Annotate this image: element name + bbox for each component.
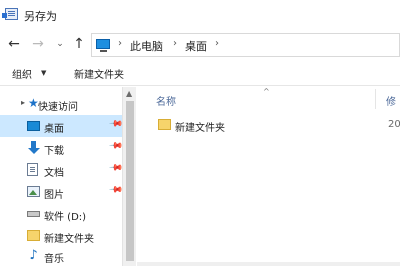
pin-icon[interactable]: 📌 [108,182,123,197]
breadcrumb-this-pc[interactable]: 此电脑 [130,38,163,54]
sidebar-item-downloads[interactable]: 下载 📌 [0,137,123,159]
sidebar-item-quick-access[interactable]: ▸ ★ 快速访问 [0,93,122,115]
navigation-bar: ← → ⌄ ↑ › 此电脑 › 桌面 › [0,30,400,60]
command-toolbar: 组织 ▼ 新建文件夹 [0,60,400,86]
column-header-modified[interactable]: 修 [386,93,396,108]
new-folder-button[interactable]: 新建文件夹 [74,66,124,81]
scrollbar-thumb[interactable] [126,101,134,261]
pin-icon[interactable]: 📌 [108,116,123,131]
sidebar-item-label: 音乐 [44,254,64,265]
organize-dropdown-icon[interactable]: ▼ [41,69,46,77]
column-divider[interactable] [375,89,376,109]
sidebar-item-label: 新建文件夹 [44,234,94,245]
back-arrow-icon[interactable]: ← [6,36,22,52]
folder-icon [27,230,40,241]
file-name: 新建文件夹 [175,123,225,134]
sidebar-item-new-folder[interactable]: 新建文件夹 [0,225,122,247]
pin-icon[interactable]: 📌 [108,138,123,153]
sidebar-item-label: 图片 [44,190,64,201]
sidebar-item-label: 桌面 [44,124,64,135]
address-bar[interactable]: › 此电脑 › 桌面 › [91,33,400,57]
sidebar-item-label: 快速访问 [38,102,78,113]
sidebar-item-label: 软件 (D:) [44,212,87,223]
breadcrumb-desktop[interactable]: 桌面 [185,38,207,54]
breadcrumb-separator[interactable]: › [215,38,219,49]
sidebar-item-label: 文档 [44,168,64,179]
sidebar-item-desktop[interactable]: 桌面 📌 [0,115,123,137]
sort-ascending-icon: ^ [263,87,270,96]
sidebar-item-label: 下载 [44,146,64,157]
column-header-name[interactable]: 名称 [156,93,176,108]
pin-icon[interactable]: 📌 [108,160,123,175]
organize-button[interactable]: 组织 [12,66,32,81]
sidebar-item-pictures[interactable]: 图片 📌 [0,181,123,203]
save-dialog-icon [2,8,18,20]
up-arrow-icon[interactable]: ↑ [71,36,87,52]
desktop-icon [27,121,40,131]
scroll-up-arrow-icon[interactable]: ▲ [126,89,132,98]
sidebar-item-documents[interactable]: 文档 📌 [0,159,123,181]
download-icon [27,141,40,154]
picture-icon [27,186,40,197]
this-pc-icon [96,39,110,52]
content-scrollbar[interactable] [137,262,400,266]
title-bar: 另存为 [0,0,400,30]
file-list: 名称 ^ 修 新建文件夹 20 [137,87,400,266]
document-icon [27,163,38,176]
sidebar-scrollbar[interactable]: ▲ [122,87,136,266]
expand-arrow-icon[interactable]: ▸ [21,98,25,107]
drive-icon [27,211,40,217]
navigation-pane: ▸ ★ 快速访问 桌面 📌 下载 📌 文档 📌 图片 📌 软件 (D:) 新建文… [0,87,123,266]
file-date: 20 [388,119,400,130]
breadcrumb-separator[interactable]: › [173,38,177,49]
sidebar-item-music[interactable]: ♪ 音乐 [0,245,122,266]
forward-arrow-icon[interactable]: → [30,36,46,52]
music-icon: ♪ [29,248,38,263]
recent-locations-chevron-icon[interactable]: ⌄ [52,36,68,52]
window-title: 另存为 [24,10,57,23]
breadcrumb-separator[interactable]: › [118,38,122,49]
folder-icon [158,119,171,130]
sidebar-item-drive-d[interactable]: 软件 (D:) [0,203,122,225]
list-item[interactable]: 新建文件夹 20 [156,116,400,134]
